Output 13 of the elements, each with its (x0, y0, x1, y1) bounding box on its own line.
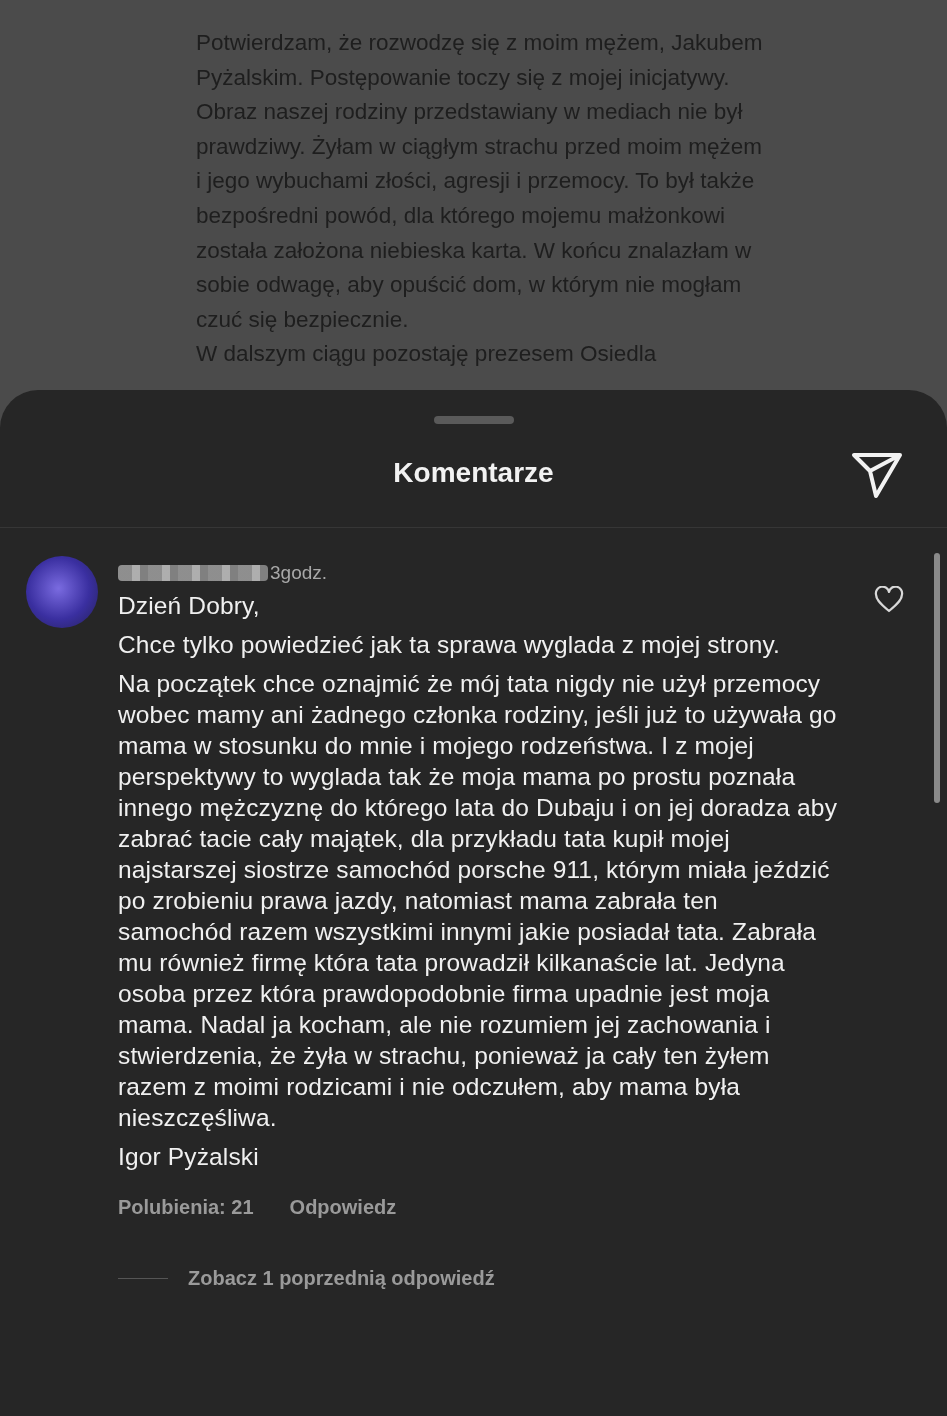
scrollbar[interactable] (934, 553, 940, 803)
comment-text: Na początek chce oznajmić że mój tata nigdy nie użył przemocy wobec mamy ani żadnego członka rodziny, jeśli już to używała go mama w stosunku do mnie i mojego rodzeństwa. I z mojej perspektywy to wyglada tak że moja mama po prostu poznała innego mężczyznę do którego lata do Dubaju i on jej doradza aby zabrać tacie cały majątek, dla przykładu tata kupił mojej najstarszej siostrze samochód porsche 911, którym miała jeździć po zrobieniu prawa jazdy, natomiast mama zabrała ten samochód razem wszystkimi innymi jakie posiadał tata. Zabrała mu również firmę która tata prowadził kilkanaście lat. Jedyna osoba przez która prawdopodobnie firma upadnie jest moja mama. Nadal ja kocham, ale nie rozumiem jej zachowania i stwierdzenia, że żyła w strachu, ponieważ ja cały ten żyłem razem z moimi rodzicami i nie odczułem, aby mama była nieszczęśliwa. (118, 669, 838, 1133)
send-icon[interactable] (851, 451, 903, 499)
comment-text: Igor Pyżalski (118, 1142, 260, 1172)
comment-time: 3godz. (270, 562, 328, 584)
view-replies-button[interactable]: Zobacz 1 poprzednią odpowiedź (188, 1267, 495, 1290)
heart-icon[interactable] (874, 586, 904, 614)
comment-text: Dzień Dobry, (118, 591, 261, 621)
reply-button[interactable]: Odpowiedz (289, 1196, 397, 1219)
comment-text: Chce tylko powiedzieć jak ta sprawa wyglada z mojej strony. (118, 630, 781, 660)
drag-handle[interactable] (433, 416, 514, 424)
sheet-title: Komentarze (393, 457, 554, 489)
likes-count: Polubienia: 21 (118, 1196, 254, 1219)
